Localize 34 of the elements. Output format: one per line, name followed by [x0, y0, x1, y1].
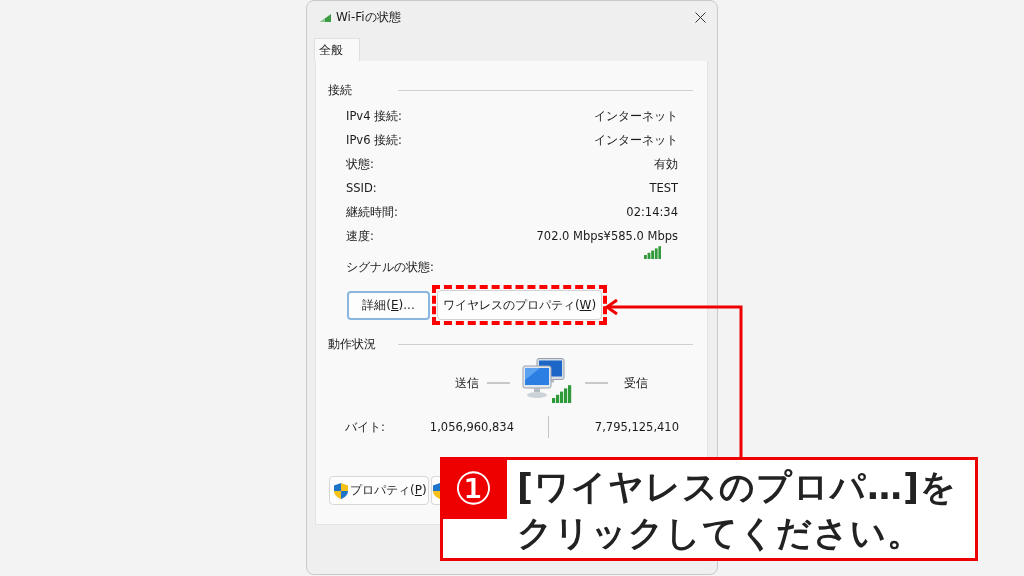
- tab[interactable]: 全般: [314, 38, 360, 61]
- field-label: 継続時間:: [346, 204, 398, 220]
- field-value: インターネット: [594, 108, 678, 124]
- window-title: Wi-Fiの状態: [336, 9, 402, 26]
- close-button[interactable]: [695, 12, 706, 23]
- signal-icon: [320, 13, 331, 22]
- field-value: TEST: [649, 181, 678, 195]
- field-label: 状態:: [346, 156, 374, 172]
- field-value: 02:14:34: [626, 205, 678, 219]
- close-icon: [695, 12, 706, 23]
- field-label: シグナルの状態:: [346, 260, 434, 275]
- field-label: 速度:: [346, 228, 374, 244]
- section-heading: 動作状況: [328, 337, 377, 351]
- received-label: 受信: [624, 375, 648, 391]
- dialog-button[interactable]: 詳細(E)...: [347, 290, 430, 320]
- field-label: IPv6 接続:: [346, 132, 402, 148]
- dialog-button[interactable]: ワイヤレスのプロパティ(W): [437, 290, 602, 320]
- shield-button[interactable]: プロパティ(P): [329, 476, 429, 505]
- sent-label: 送信: [455, 375, 479, 391]
- network-computers-icon: [522, 358, 572, 403]
- field-label: SSID:: [346, 181, 377, 195]
- signal-bars-icon: [644, 246, 661, 259]
- instruction-text: [ワイヤレスのプロパ…]をクリックしてください。: [517, 466, 958, 555]
- step-number: ①: [440, 457, 507, 519]
- section-heading: 接続: [328, 83, 353, 97]
- field-value: 702.0 Mbps¥585.0 Mbps: [536, 229, 678, 243]
- field-value: 1,056,960,834: [428, 420, 514, 434]
- connector-line: [487, 382, 510, 384]
- connector-line: [585, 382, 608, 384]
- field-value: 7,795,125,410: [593, 420, 679, 434]
- field-label: バイト:: [345, 419, 386, 435]
- field-value: 有効: [654, 156, 678, 172]
- field-value: インターネット: [594, 132, 678, 148]
- field-label: IPv4 接続:: [346, 108, 402, 124]
